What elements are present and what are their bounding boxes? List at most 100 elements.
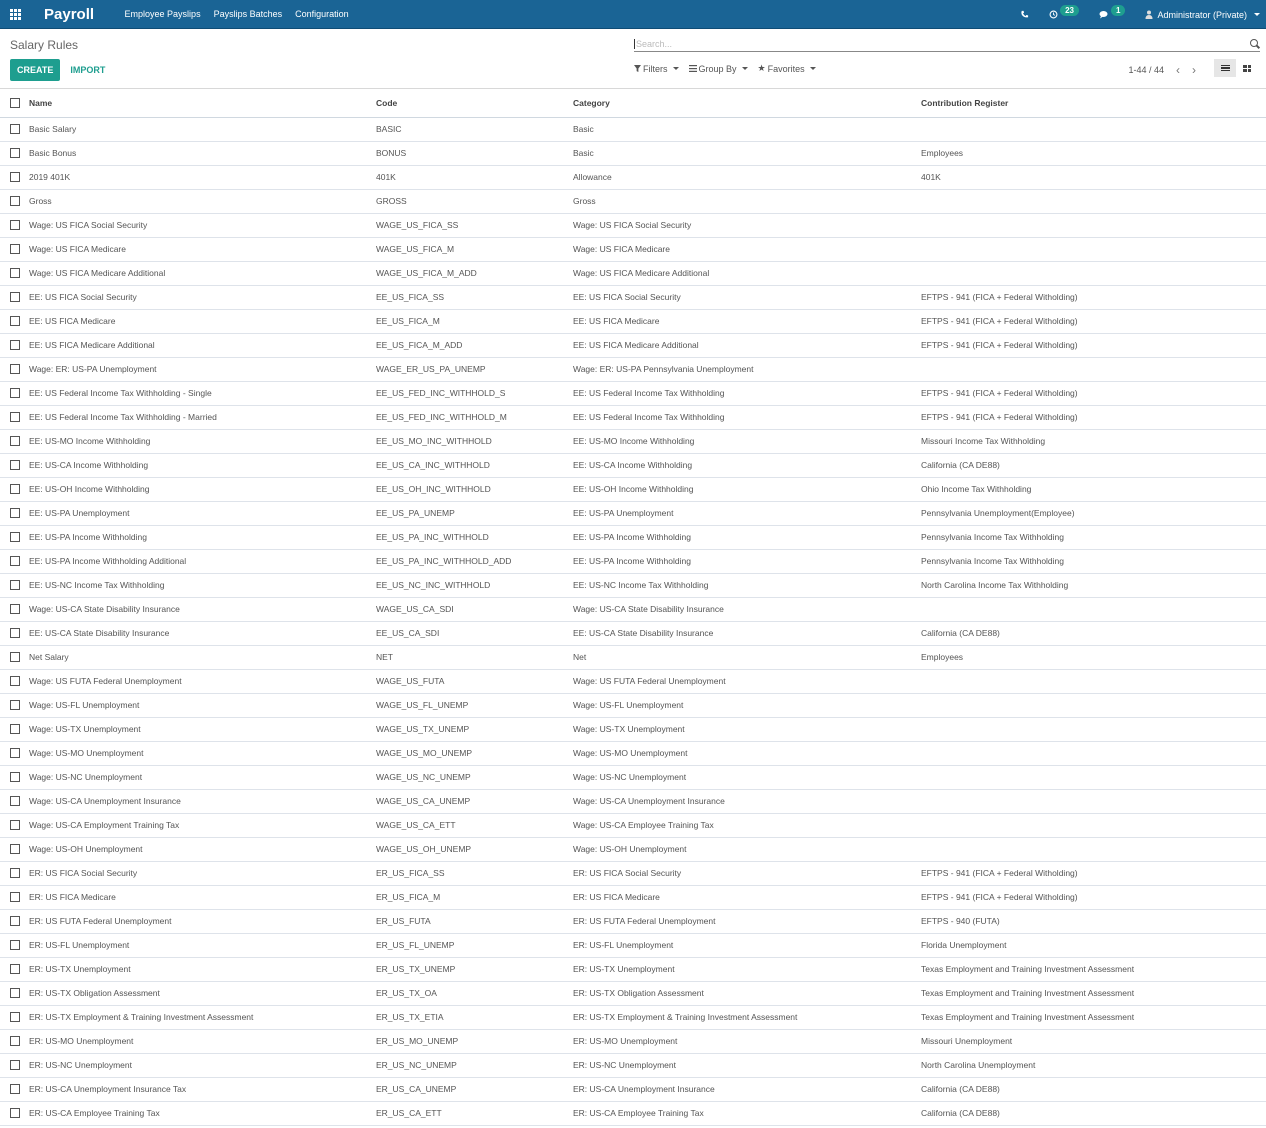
pager-next-icon[interactable]: › <box>1192 63 1196 77</box>
row-checkbox[interactable] <box>10 436 20 447</box>
search-icon[interactable] <box>1250 38 1260 49</box>
row-checkbox[interactable] <box>10 412 20 423</box>
column-header-contribution-register[interactable]: Contribution Register <box>921 89 1266 118</box>
table-row[interactable]: ER: US-FL Unemployment ER_US_FL_UNEMP ER: … <box>0 933 1266 958</box>
pager-previous-icon[interactable]: ‹ <box>1176 63 1180 77</box>
user-menu[interactable]: Administrator (Private) <box>1145 10 1260 20</box>
table-row[interactable]: ER: US-TX Employment & Training Investme… <box>0 1005 1266 1030</box>
table-row[interactable]: Wage: US FUTA Federal Unemployment WAGE_U… <box>0 669 1266 694</box>
table-row[interactable]: EE: US-PA Income Withholding Additional E… <box>0 549 1266 574</box>
table-row[interactable]: Net Salary NET Net Employees <box>0 645 1266 670</box>
row-checkbox[interactable] <box>10 364 20 375</box>
create-button[interactable]: CREATE <box>10 59 61 81</box>
row-checkbox[interactable] <box>10 580 20 591</box>
row-checkbox[interactable] <box>10 124 20 135</box>
row-checkbox[interactable] <box>10 724 20 735</box>
row-checkbox[interactable] <box>10 1036 20 1047</box>
import-button[interactable]: IMPORT <box>60 59 115 81</box>
row-checkbox[interactable] <box>10 1012 20 1023</box>
table-row[interactable]: Gross GROSS Gross <box>0 189 1266 214</box>
column-header-code[interactable]: Code <box>376 89 573 118</box>
row-checkbox[interactable] <box>10 196 20 207</box>
row-checkbox[interactable] <box>10 700 20 711</box>
table-row[interactable]: ER: US FICA Social Security ER_US_FICA_SS… <box>0 861 1266 886</box>
row-checkbox[interactable] <box>10 460 20 471</box>
row-checkbox[interactable] <box>10 940 20 951</box>
row-checkbox[interactable] <box>10 748 20 759</box>
table-row[interactable]: Wage: ER: US-PA Unemployment WAGE_ER_US_P… <box>0 357 1266 382</box>
table-row[interactable]: EE: US Federal Income Tax Withholding - … <box>0 381 1266 406</box>
table-row[interactable]: ER: US-MO Unemployment ER_US_MO_UNEMP ER: … <box>0 1029 1266 1054</box>
table-row[interactable]: ER: US-TX Unemployment ER_US_TX_UNEMP ER: … <box>0 957 1266 982</box>
table-row[interactable]: ER: US-CA Employee Training Tax ER_US_CA_… <box>0 1101 1266 1126</box>
row-checkbox[interactable] <box>10 508 20 519</box>
table-row[interactable]: ER: US FUTA Federal Unemployment ER_US_FU… <box>0 909 1266 934</box>
row-checkbox[interactable] <box>10 340 20 351</box>
table-row[interactable]: Wage: US-MO Unemployment WAGE_US_MO_UNEMP… <box>0 741 1266 766</box>
pager-value[interactable]: 1-44 / 44 <box>1128 65 1164 75</box>
groupby-dropdown[interactable]: Group By <box>688 64 748 74</box>
row-checkbox[interactable] <box>10 220 20 231</box>
table-row[interactable]: EE: US-PA Income Withholding EE_US_PA_INC… <box>0 525 1266 550</box>
row-checkbox[interactable] <box>10 1084 20 1095</box>
row-checkbox[interactable] <box>10 1108 20 1119</box>
table-row[interactable]: Wage: US-FL Unemployment WAGE_US_FL_UNEMP… <box>0 693 1266 718</box>
row-checkbox[interactable] <box>10 916 20 927</box>
row-checkbox[interactable] <box>10 556 20 567</box>
menu-configuration[interactable]: Configuration <box>289 9 356 19</box>
kanban-view-button[interactable] <box>1236 59 1258 77</box>
table-row[interactable]: EE: US FICA Medicare Additional EE_US_FIC… <box>0 333 1266 358</box>
table-row[interactable]: EE: US-MO Income Withholding EE_US_MO_INC… <box>0 429 1266 454</box>
table-row[interactable]: Wage: US-OH Unemployment WAGE_US_OH_UNEMP… <box>0 837 1266 862</box>
table-row[interactable]: Wage: US FICA Medicare WAGE_US_FICA_M Wage… <box>0 237 1266 262</box>
table-row[interactable]: EE: US-CA Income Withholding EE_US_CA_INC… <box>0 453 1266 478</box>
table-row[interactable]: Basic Salary BASIC Basic <box>0 117 1266 142</box>
table-row[interactable]: EE: US-OH Income Withholding EE_US_OH_INC… <box>0 477 1266 502</box>
table-row[interactable]: 2019 401K 401K Allowance 401K <box>0 165 1266 190</box>
table-row[interactable]: Wage: US-NC Unemployment WAGE_US_NC_UNEMP… <box>0 765 1266 790</box>
table-row[interactable]: ER: US-CA Unemployment Insurance Tax ER_U… <box>0 1077 1266 1102</box>
filters-dropdown[interactable]: Filters <box>634 64 679 74</box>
column-header-name[interactable]: Name <box>29 89 376 118</box>
table-row[interactable]: ER: US-TX Obligation Assessment ER_US_TX_… <box>0 981 1266 1006</box>
table-row[interactable]: ER: US-NC Unemployment ER_US_NC_UNEMP ER: … <box>0 1053 1266 1078</box>
table-row[interactable]: EE: US Federal Income Tax Withholding - … <box>0 405 1266 430</box>
menu-employee-payslips[interactable]: Employee Payslips <box>118 9 207 19</box>
row-checkbox[interactable] <box>10 1060 20 1071</box>
row-checkbox[interactable] <box>10 820 20 831</box>
activity-button[interactable]: 23 <box>1049 5 1080 19</box>
column-header-category[interactable]: Category <box>573 89 921 118</box>
row-checkbox[interactable] <box>10 628 20 639</box>
row-checkbox[interactable] <box>10 484 20 495</box>
row-checkbox[interactable] <box>10 268 20 279</box>
search-input[interactable] <box>634 38 1250 49</box>
table-row[interactable]: Basic Bonus BONUS Basic Employees <box>0 141 1266 166</box>
table-row[interactable]: EE: US-PA Unemployment EE_US_PA_UNEMP EE: … <box>0 501 1266 526</box>
table-row[interactable]: EE: US-NC Income Tax Withholding EE_US_NC… <box>0 573 1266 598</box>
table-row[interactable]: Wage: US-CA Employment Training Tax WAGE_… <box>0 813 1266 838</box>
row-checkbox[interactable] <box>10 652 20 663</box>
select-all-checkbox[interactable] <box>10 98 20 109</box>
row-checkbox[interactable] <box>10 244 20 255</box>
row-checkbox[interactable] <box>10 148 20 159</box>
table-row[interactable]: Wage: US-CA Unemployment Insurance WAGE_U… <box>0 789 1266 814</box>
row-checkbox[interactable] <box>10 388 20 399</box>
table-row[interactable]: Wage: US FICA Social Security WAGE_US_FIC… <box>0 213 1266 238</box>
apps-menu-grid-icon[interactable] <box>0 0 30 29</box>
row-checkbox[interactable] <box>10 844 20 855</box>
table-row[interactable]: Wage: US-CA State Disability Insurance WA… <box>0 597 1266 622</box>
row-checkbox[interactable] <box>10 316 20 327</box>
row-checkbox[interactable] <box>10 796 20 807</box>
row-checkbox[interactable] <box>10 988 20 999</box>
table-row[interactable]: EE: US-CA State Disability Insurance EE_U… <box>0 621 1266 646</box>
row-checkbox[interactable] <box>10 172 20 183</box>
list-view-button[interactable] <box>1214 59 1236 77</box>
row-checkbox[interactable] <box>10 604 20 615</box>
row-checkbox[interactable] <box>10 964 20 975</box>
messages-button[interactable]: 1 <box>1099 5 1126 19</box>
row-checkbox[interactable] <box>10 892 20 903</box>
row-checkbox[interactable] <box>10 292 20 303</box>
phone-icon[interactable] <box>1020 10 1029 19</box>
row-checkbox[interactable] <box>10 676 20 687</box>
table-row[interactable]: EE: US FICA Social Security EE_US_FICA_SS… <box>0 285 1266 310</box>
